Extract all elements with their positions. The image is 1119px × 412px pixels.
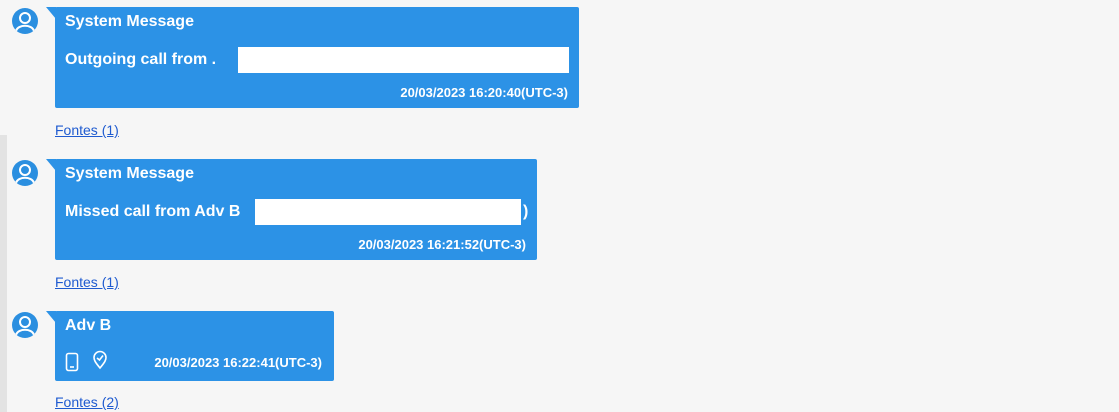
avatar-icon <box>12 312 38 338</box>
sources-link[interactable]: Fontes (2) <box>55 394 119 410</box>
left-panel-edge <box>0 135 7 412</box>
message-sender: System Message <box>65 165 194 182</box>
message-body: Missed call from Adv B <box>65 203 241 220</box>
avatar-icon <box>12 160 38 186</box>
message-sender: Adv B <box>65 317 112 334</box>
sources-link[interactable]: Fontes (1) <box>55 274 119 290</box>
message-sender: System Message <box>65 13 194 30</box>
message-body-suffix: ) <box>523 203 529 220</box>
message-bubble[interactable]: System Message Outgoing call from . 20/0… <box>46 7 579 108</box>
sources-link[interactable]: Fontes (1) <box>55 122 119 138</box>
message-bubble[interactable]: Adv B 20/03/2023 16:22:41(UTC-3) <box>46 311 334 381</box>
message-timestamp: 20/03/2023 16:21:52(UTC-3) <box>358 237 526 252</box>
redacted-block <box>238 47 569 73</box>
message-bubble[interactable]: System Message Missed call from Adv B ) … <box>46 159 537 260</box>
avatar-icon <box>12 8 38 34</box>
location-pin-icon <box>92 350 108 375</box>
message-timestamp: 20/03/2023 16:20:40(UTC-3) <box>400 85 568 100</box>
message-body: Outgoing call from . <box>65 51 217 68</box>
message-timestamp: 20/03/2023 16:22:41(UTC-3) <box>154 355 322 370</box>
redacted-block <box>255 199 521 225</box>
phone-device-icon <box>65 352 79 377</box>
